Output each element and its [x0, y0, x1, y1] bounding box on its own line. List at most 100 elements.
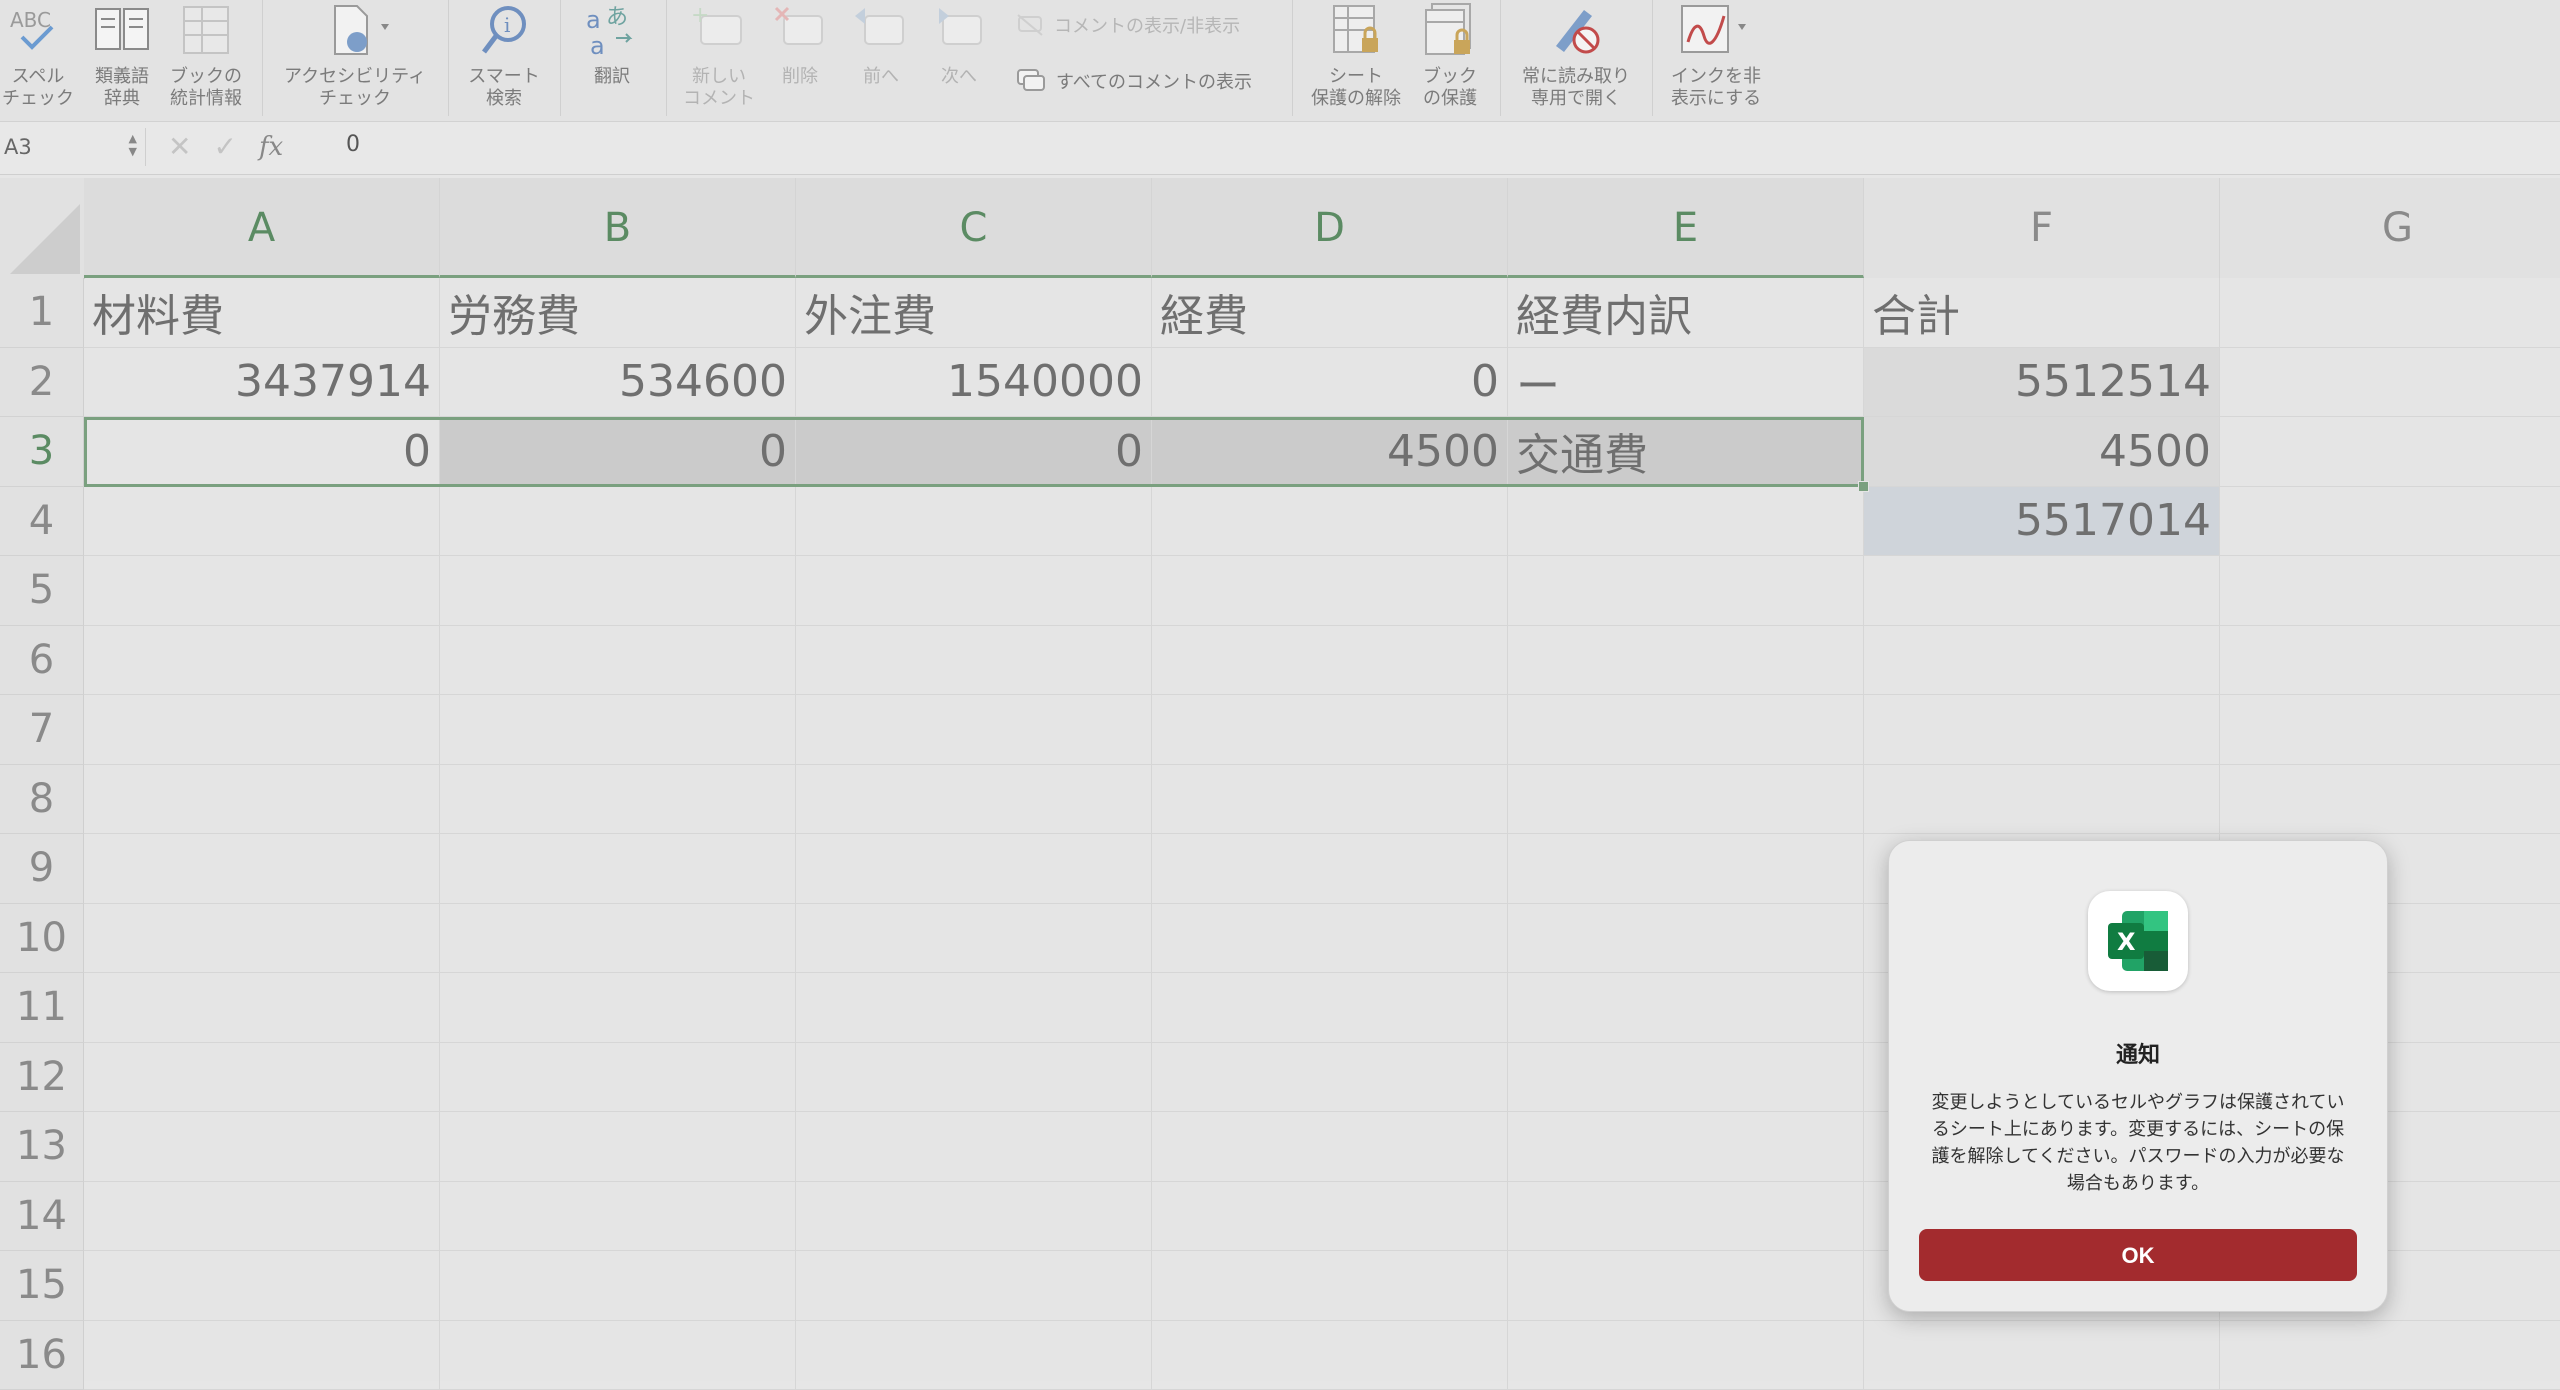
cell-a9[interactable]: [84, 834, 440, 904]
translate-button[interactable]: a あ a 翻訳: [570, 0, 654, 88]
row-header-7[interactable]: 7: [0, 695, 84, 765]
cell-e16[interactable]: [1508, 1321, 1864, 1390]
cell-g5[interactable]: [2220, 556, 2560, 626]
cell-a13[interactable]: [84, 1112, 440, 1182]
cell-a5[interactable]: [84, 556, 440, 626]
cell-c11[interactable]: [796, 973, 1152, 1043]
smart-lookup-button[interactable]: i スマート 検索: [458, 0, 550, 110]
cell-a10[interactable]: [84, 904, 440, 974]
cell-a8[interactable]: [84, 765, 440, 835]
cell-d14[interactable]: [1152, 1182, 1508, 1252]
cell-e6[interactable]: [1508, 626, 1864, 696]
cell-e9[interactable]: [1508, 834, 1864, 904]
cell-a12[interactable]: [84, 1043, 440, 1113]
row-header-15[interactable]: 15: [0, 1251, 84, 1321]
ok-button[interactable]: OK: [1919, 1229, 2357, 1281]
cell-a16[interactable]: [84, 1321, 440, 1390]
row-header-12[interactable]: 12: [0, 1043, 84, 1113]
cell-g16[interactable]: [2220, 1321, 2560, 1390]
cell-d9[interactable]: [1152, 834, 1508, 904]
cell-e10[interactable]: [1508, 904, 1864, 974]
new-comment-button[interactable]: + 新しい コメント: [676, 0, 762, 110]
cell-a4[interactable]: [84, 487, 440, 557]
cell-d11[interactable]: [1152, 973, 1508, 1043]
cell-c12[interactable]: [796, 1043, 1152, 1113]
cell-c15[interactable]: [796, 1251, 1152, 1321]
cell-a1[interactable]: 材料費: [84, 278, 440, 348]
row-header-10[interactable]: 10: [0, 904, 84, 974]
show-all-comments-button[interactable]: すべてのコメントの表示: [1016, 68, 1252, 94]
cell-e15[interactable]: [1508, 1251, 1864, 1321]
row-header-3[interactable]: 3: [0, 417, 84, 487]
cell-f16[interactable]: [1864, 1321, 2220, 1390]
cell-g3[interactable]: [2220, 417, 2560, 487]
cell-d6[interactable]: [1152, 626, 1508, 696]
row-header-1[interactable]: 1: [0, 278, 84, 348]
cell-c6[interactable]: [796, 626, 1152, 696]
column-header-b[interactable]: B: [440, 178, 796, 278]
cell-d10[interactable]: [1152, 904, 1508, 974]
column-header-d[interactable]: D: [1152, 178, 1508, 278]
cell-d15[interactable]: [1152, 1251, 1508, 1321]
cell-e14[interactable]: [1508, 1182, 1864, 1252]
cell-d4[interactable]: [1152, 487, 1508, 557]
row-header-4[interactable]: 4: [0, 487, 84, 557]
cell-a3[interactable]: 0: [84, 417, 440, 487]
cell-b4[interactable]: [440, 487, 796, 557]
cell-e7[interactable]: [1508, 695, 1864, 765]
column-header-a[interactable]: A: [84, 178, 440, 278]
name-box-stepper-icon[interactable]: ▲▼: [129, 132, 137, 158]
cell-d7[interactable]: [1152, 695, 1508, 765]
cell-f1[interactable]: 合計: [1864, 278, 2220, 348]
cell-g2[interactable]: [2220, 348, 2560, 418]
cell-d8[interactable]: [1152, 765, 1508, 835]
cell-e5[interactable]: [1508, 556, 1864, 626]
cell-e12[interactable]: [1508, 1043, 1864, 1113]
cell-b8[interactable]: [440, 765, 796, 835]
cell-c2[interactable]: 1540000: [796, 348, 1152, 418]
row-header-14[interactable]: 14: [0, 1182, 84, 1252]
cell-g6[interactable]: [2220, 626, 2560, 696]
row-header-11[interactable]: 11: [0, 973, 84, 1043]
unprotect-sheet-button[interactable]: シート 保護の解除: [1302, 0, 1410, 110]
cell-c1[interactable]: 外注費: [796, 278, 1152, 348]
cell-b2[interactable]: 534600: [440, 348, 796, 418]
cell-c5[interactable]: [796, 556, 1152, 626]
cell-b7[interactable]: [440, 695, 796, 765]
cell-f3[interactable]: 4500: [1864, 417, 2220, 487]
next-comment-button[interactable]: 次へ: [920, 0, 998, 88]
cell-b6[interactable]: [440, 626, 796, 696]
cell-e4[interactable]: [1508, 487, 1864, 557]
cell-d3[interactable]: 4500: [1152, 417, 1508, 487]
cancel-icon[interactable]: ✕: [168, 130, 191, 163]
previous-comment-button[interactable]: 前へ: [842, 0, 920, 88]
cell-a6[interactable]: [84, 626, 440, 696]
cell-f8[interactable]: [1864, 765, 2220, 835]
cell-c13[interactable]: [796, 1112, 1152, 1182]
workbook-statistics-button[interactable]: ブックの 統計情報: [166, 0, 246, 110]
cell-b3[interactable]: 0: [440, 417, 796, 487]
column-header-g[interactable]: G: [2220, 178, 2560, 278]
fill-handle[interactable]: [1858, 481, 1869, 492]
cell-b15[interactable]: [440, 1251, 796, 1321]
cell-f6[interactable]: [1864, 626, 2220, 696]
cell-e3[interactable]: 交通費: [1508, 417, 1864, 487]
spelling-button[interactable]: ABC スペル チェック: [0, 0, 76, 110]
thesaurus-button[interactable]: 類義語 辞典: [84, 0, 160, 110]
select-all-corner[interactable]: [0, 178, 85, 279]
column-header-e[interactable]: E: [1508, 178, 1864, 278]
cell-d16[interactable]: [1152, 1321, 1508, 1390]
protect-workbook-button[interactable]: ブック の保護: [1410, 0, 1490, 110]
cell-f4[interactable]: 5517014: [1864, 487, 2220, 557]
cell-g1[interactable]: [2220, 278, 2560, 348]
cell-g8[interactable]: [2220, 765, 2560, 835]
cell-c8[interactable]: [796, 765, 1152, 835]
column-header-f[interactable]: F: [1864, 178, 2220, 278]
cell-d1[interactable]: 経費: [1152, 278, 1508, 348]
name-box[interactable]: A3 ▲▼: [0, 128, 146, 166]
cell-a14[interactable]: [84, 1182, 440, 1252]
row-header-5[interactable]: 5: [0, 556, 84, 626]
cell-e13[interactable]: [1508, 1112, 1864, 1182]
show-hide-comments-button[interactable]: コメントの表示/非表示: [1016, 12, 1240, 38]
cell-d2[interactable]: 0: [1152, 348, 1508, 418]
